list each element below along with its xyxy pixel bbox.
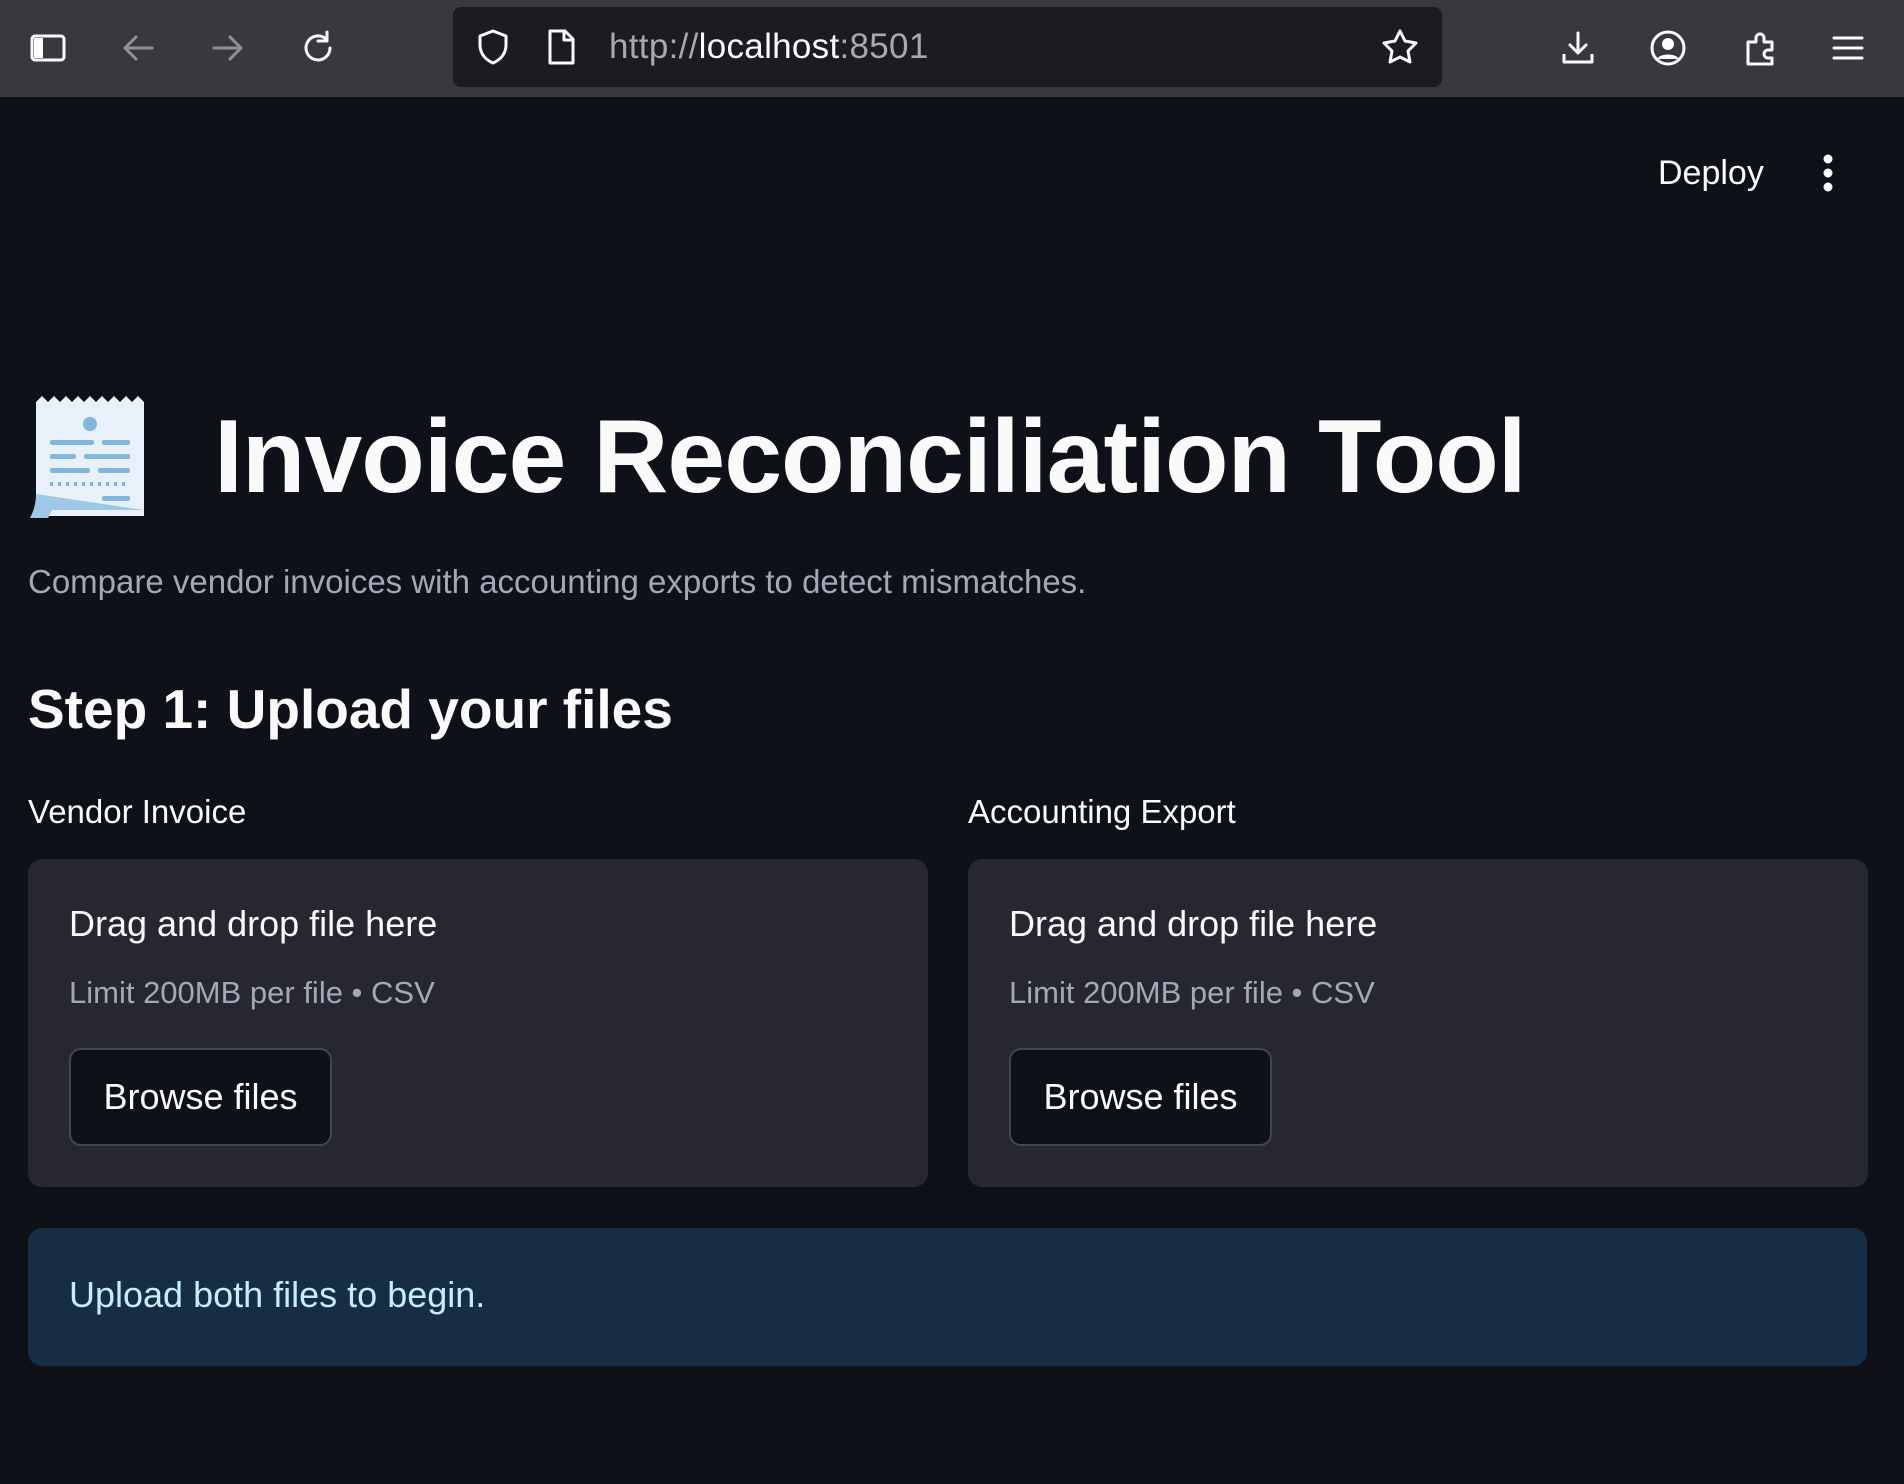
url-bar[interactable]: http://localhost:8501 xyxy=(453,7,1442,87)
url-host: localhost xyxy=(698,27,840,66)
extensions-icon[interactable] xyxy=(1737,25,1783,71)
url-scheme: http:// xyxy=(609,27,699,66)
page-icon xyxy=(548,29,575,65)
dropzone-limit: Limit 200MB per file • CSV xyxy=(1009,975,1375,1010)
browser-toolbar: http://localhost:8501 xyxy=(0,0,1904,98)
page-subtitle: Compare vendor invoices with accounting … xyxy=(28,563,1087,600)
menu-icon[interactable] xyxy=(1825,25,1871,71)
url-port: :8501 xyxy=(839,27,929,66)
app-container: Deploy Invoice Reconciliation Tool Compa… xyxy=(0,99,1904,1484)
shield-icon[interactable] xyxy=(473,27,513,67)
account-icon[interactable] xyxy=(1645,25,1691,71)
receipt-icon xyxy=(30,396,144,518)
vendor-invoice-browse-button[interactable]: Browse files xyxy=(69,1048,332,1146)
back-icon[interactable] xyxy=(115,25,161,71)
reload-icon[interactable] xyxy=(295,25,341,71)
forward-icon[interactable] xyxy=(205,25,251,71)
dropzone-limit: Limit 200MB per file • CSV xyxy=(69,975,435,1010)
accounting-export-dropzone[interactable]: Drag and drop file here Limit 200MB per … xyxy=(968,859,1868,1187)
url-text[interactable]: http://localhost:8501 xyxy=(609,25,929,69)
kebab-icon[interactable] xyxy=(1808,151,1848,195)
star-icon[interactable] xyxy=(1380,27,1420,67)
page-title: Invoice Reconciliation Tool xyxy=(214,398,1527,515)
step-heading: Step 1: Upload your files xyxy=(28,678,673,740)
page-title-row: Invoice Reconciliation Tool xyxy=(28,387,1527,527)
vendor-invoice-dropzone[interactable]: Drag and drop file here Limit 200MB per … xyxy=(28,859,928,1187)
info-alert: Upload both files to begin. xyxy=(28,1228,1867,1366)
dropzone-title: Drag and drop file here xyxy=(1009,903,1378,944)
deploy-button[interactable]: Deploy xyxy=(1640,149,1782,197)
info-message: Upload both files to begin. xyxy=(69,1274,486,1315)
accounting-export-browse-button[interactable]: Browse files xyxy=(1009,1048,1272,1146)
download-icon[interactable] xyxy=(1555,25,1601,71)
accounting-export-label: Accounting Export xyxy=(968,793,1236,830)
vendor-invoice-label: Vendor Invoice xyxy=(28,793,247,830)
dropzone-title: Drag and drop file here xyxy=(69,903,438,944)
sidebar-icon[interactable] xyxy=(25,25,71,71)
